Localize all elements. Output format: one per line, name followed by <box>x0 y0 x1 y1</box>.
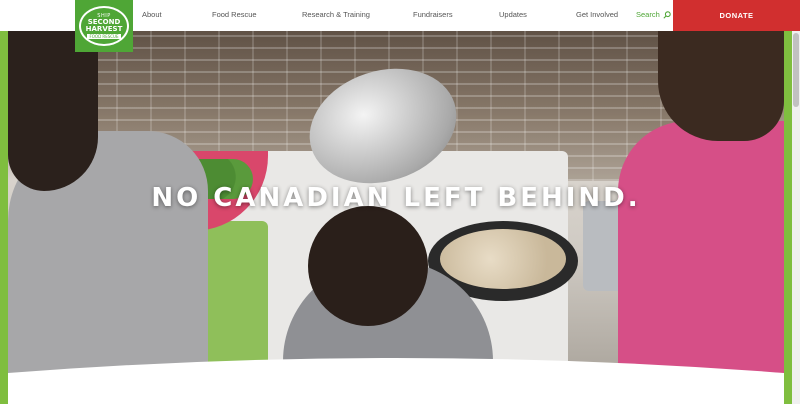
nav-updates[interactable]: Updates <box>499 10 527 19</box>
nav-research-training[interactable]: Research & Training <box>302 10 370 19</box>
hero-bottom-curve <box>8 358 784 404</box>
left-accent-bar <box>0 31 8 404</box>
hero-pan-food <box>440 229 566 289</box>
hero-person-center-head <box>308 206 428 326</box>
search-icon <box>663 10 671 19</box>
nav-fundraisers[interactable]: Fundraisers <box>413 10 453 19</box>
hero-person-right-head <box>658 31 784 141</box>
hero-banner: NO CANADIAN LEFT BEHIND. <box>8 31 784 404</box>
donate-button[interactable]: DONATE <box>673 0 800 31</box>
logo-badge: SHIP SECOND HARVEST FOOD RESCUE <box>79 6 129 46</box>
site-logo[interactable]: SHIP SECOND HARVEST FOOD RESCUE <box>75 0 133 52</box>
logo-sub-text: FOOD RESCUE <box>87 34 121 39</box>
nav-get-involved[interactable]: Get Involved <box>576 10 618 19</box>
right-accent-bar <box>784 31 792 404</box>
scrollbar-thumb[interactable] <box>793 33 799 107</box>
nav-about[interactable]: About <box>142 10 162 19</box>
logo-line2: HARVEST <box>85 25 123 33</box>
hero-headline: NO CANADIAN LEFT BEHIND. <box>151 183 641 213</box>
search-label: Search <box>636 10 660 19</box>
search-link[interactable]: Search <box>636 10 671 19</box>
hero-person-left-hair <box>8 31 98 191</box>
nav-food-rescue[interactable]: Food Rescue <box>212 10 257 19</box>
